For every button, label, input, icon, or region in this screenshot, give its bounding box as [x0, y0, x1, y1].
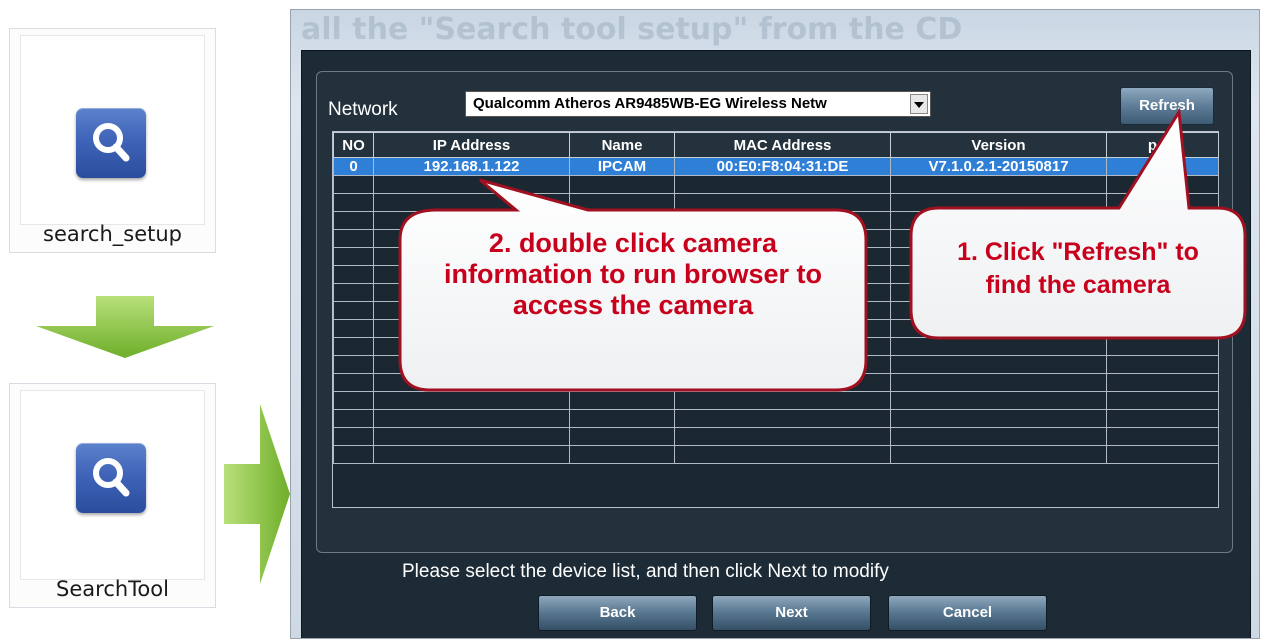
table-cell-empty	[890, 373, 1107, 392]
search-setup-label: search_setup	[43, 222, 182, 246]
table-cell-empty	[890, 409, 1107, 428]
next-button[interactable]: Next	[712, 595, 871, 631]
instruction-text: Please select the device list, and then …	[402, 561, 889, 582]
table-cell-empty	[333, 211, 374, 230]
table-cell-empty	[674, 445, 891, 464]
cancel-button[interactable]: Cancel	[888, 595, 1047, 631]
table-cell-empty	[674, 427, 891, 446]
table-cell-empty	[333, 247, 374, 266]
table-cell-empty	[333, 445, 374, 464]
table-cell-empty	[333, 193, 374, 212]
table-cell-empty	[333, 373, 374, 392]
table-cell-empty	[890, 445, 1107, 464]
arrow-down-icon	[36, 296, 214, 358]
table-cell-empty	[333, 301, 374, 320]
table-cell-empty	[333, 391, 374, 410]
double-click-line-1: 2. double click camera	[488, 228, 778, 258]
network-adapter-value: Qualcomm Atheros AR9485WB-EG Wireless Ne…	[473, 95, 827, 112]
table-cell-empty	[890, 355, 1107, 374]
search-tool-label: SearchTool	[56, 577, 169, 601]
table-cell-empty	[569, 427, 675, 446]
search-setup-shortcut[interactable]: search_setup	[9, 28, 216, 253]
col-mac-address[interactable]: MAC Address	[674, 132, 891, 158]
window-title: all the "Search tool setup" from the CD	[301, 12, 963, 47]
icon-frame	[20, 390, 205, 580]
table-cell-empty	[1106, 355, 1219, 374]
table-cell-empty	[373, 427, 570, 446]
cell-mac: 00:E0:F8:04:31:DE	[674, 157, 891, 176]
table-row-empty[interactable]	[333, 445, 1219, 464]
table-cell-empty	[1106, 409, 1219, 428]
icon-frame	[20, 35, 205, 225]
double-click-callout-text: 2. double click camera information to ru…	[400, 228, 866, 321]
table-cell-empty	[1106, 427, 1219, 446]
refresh-line-1: 1. Click "Refresh" to	[957, 238, 1199, 266]
search-tool-shortcut[interactable]: SearchTool	[9, 383, 216, 608]
table-cell-empty	[373, 409, 570, 428]
magnifier-icon	[93, 458, 130, 497]
refresh-callout-text: 1. Click "Refresh" to find the camera	[913, 236, 1243, 301]
col-no[interactable]: NO	[333, 132, 374, 158]
refresh-callout	[909, 108, 1247, 340]
search-setup-icon[interactable]	[76, 108, 146, 178]
table-cell-empty	[1106, 373, 1219, 392]
table-cell-empty	[890, 391, 1107, 410]
table-cell-empty	[1106, 391, 1219, 410]
col-ip-address[interactable]: IP Address	[373, 132, 570, 158]
table-cell-empty	[569, 409, 675, 428]
double-click-line-3: access the camera	[512, 290, 754, 321]
table-cell-empty	[333, 319, 374, 338]
table-cell-empty	[333, 355, 374, 374]
table-cell-empty	[569, 445, 675, 464]
table-cell-empty	[333, 229, 374, 248]
table-cell-empty	[674, 409, 891, 428]
magnifier-icon	[93, 123, 130, 162]
back-button[interactable]: Back	[538, 595, 697, 631]
refresh-line-2: find the camera	[985, 270, 1171, 299]
table-cell-empty	[373, 445, 570, 464]
double-click-line-2: information to run browser to	[444, 259, 822, 290]
cell-no: 0	[333, 157, 374, 176]
network-adapter-select[interactable]: Qualcomm Atheros AR9485WB-EG Wireless Ne…	[465, 91, 931, 117]
table-row-empty[interactable]	[333, 409, 1219, 428]
cell-name: IPCAM	[569, 157, 675, 176]
table-cell-empty	[333, 175, 374, 194]
table-row-empty[interactable]	[333, 427, 1219, 446]
cell-ip: 192.168.1.122	[373, 157, 570, 176]
arrow-right-icon	[224, 404, 290, 584]
table-cell-empty	[333, 409, 374, 428]
table-cell-empty	[333, 337, 374, 356]
table-cell-empty	[333, 427, 374, 446]
table-cell-empty	[333, 283, 374, 302]
network-label: Network	[328, 99, 398, 120]
col-name[interactable]: Name	[569, 132, 675, 158]
table-cell-empty	[1106, 445, 1219, 464]
table-cell-empty	[333, 265, 374, 284]
search-tool-icon[interactable]	[76, 443, 146, 513]
table-cell-empty	[890, 427, 1107, 446]
